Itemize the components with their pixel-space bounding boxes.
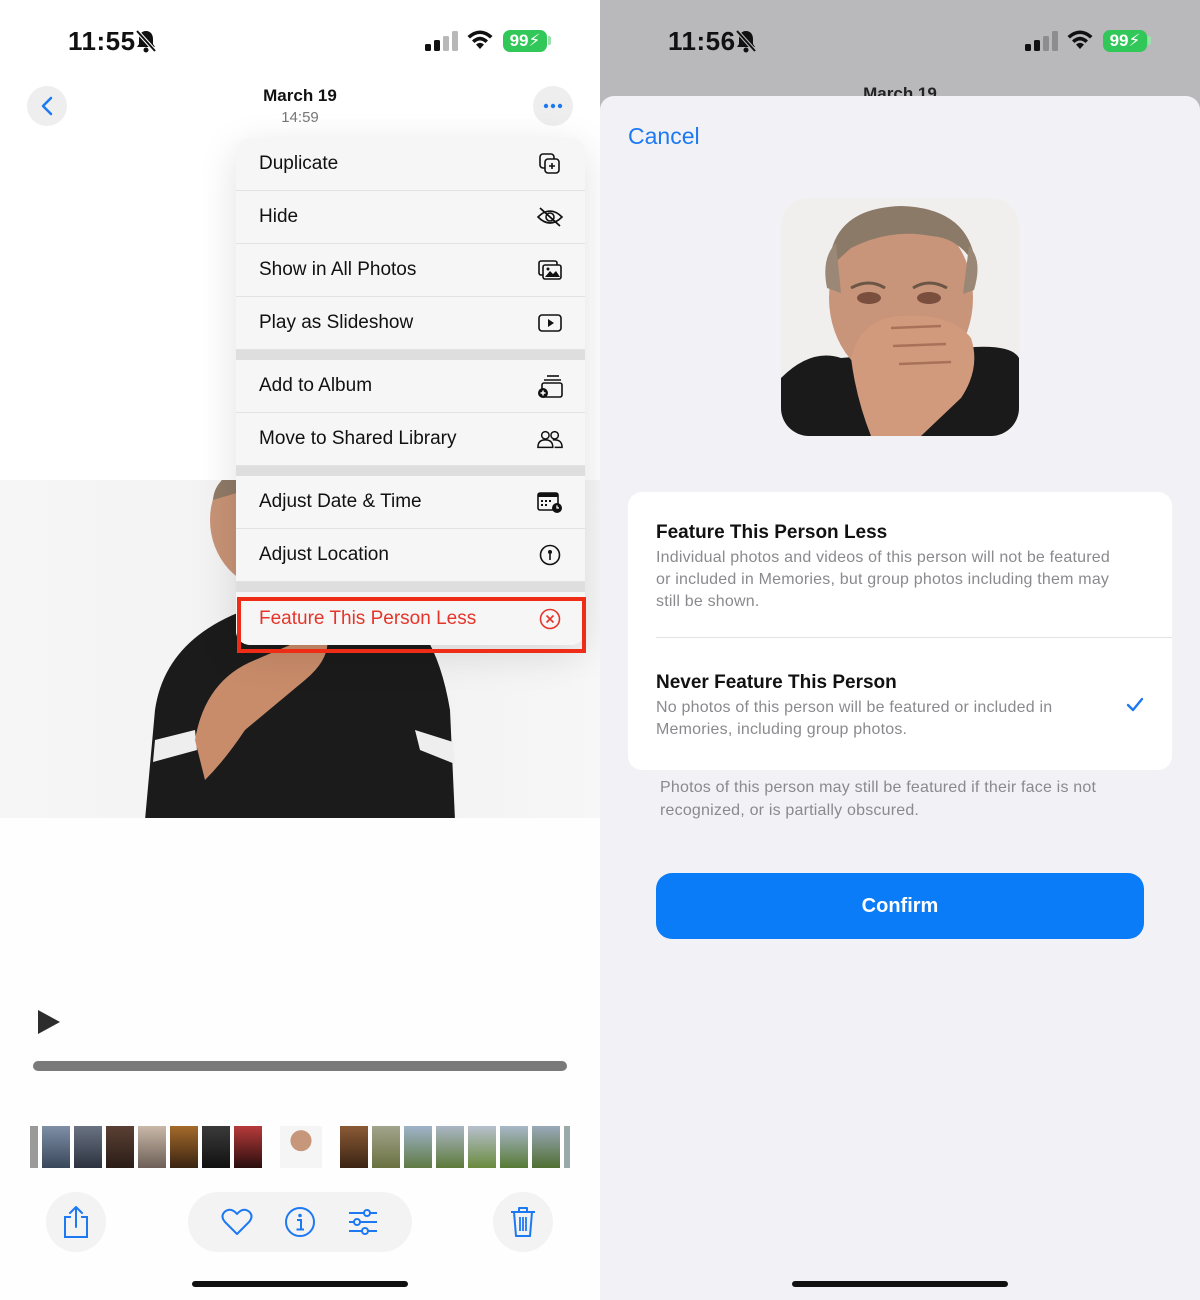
context-menu: Duplicate Hide Show in All Photos Play a… — [236, 138, 585, 645]
more-button[interactable] — [533, 86, 573, 126]
menu-item-add-to-album[interactable]: Add to Album — [236, 360, 585, 413]
home-indicator — [792, 1281, 1008, 1287]
battery-indicator: 99⚡ — [1103, 30, 1147, 52]
thumbnail[interactable] — [234, 1126, 262, 1168]
people-icon — [537, 426, 563, 452]
modal-sheet: Cancel Feature This Person Less Individu… — [600, 96, 1200, 1300]
menu-item-adjust-location[interactable]: Adjust Location — [236, 529, 585, 582]
cancel-button[interactable]: Cancel — [628, 123, 700, 150]
thumbnail[interactable] — [106, 1126, 134, 1168]
checkmark-icon — [1126, 697, 1144, 712]
eye-slash-icon — [537, 204, 563, 230]
thumbnail[interactable] — [404, 1126, 432, 1168]
adjust-sliders-icon[interactable] — [347, 1208, 379, 1236]
thumbnail[interactable] — [30, 1126, 38, 1168]
bell-slash-icon — [135, 29, 157, 53]
duplicate-icon — [537, 151, 563, 177]
delete-button[interactable] — [493, 1192, 553, 1252]
status-time: 11:55 — [68, 26, 136, 56]
feature-less-sheet-screen: 11:56 99⚡ March 19 Cancel Feature This P… — [600, 0, 1200, 1300]
thumbnail[interactable] — [564, 1126, 570, 1168]
thumbnail[interactable] — [138, 1126, 166, 1168]
photo-time: 14:59 — [281, 109, 319, 126]
menu-item-show-in-all-photos[interactable]: Show in All Photos — [236, 244, 585, 297]
menu-item-adjust-date-time[interactable]: Adjust Date & Time — [236, 476, 585, 529]
status-time: 11:56 — [668, 26, 736, 56]
thumbnail[interactable] — [372, 1126, 400, 1168]
thumbnail[interactable] — [202, 1126, 230, 1168]
action-pill — [188, 1192, 412, 1252]
photo-date: March 19 — [263, 86, 337, 105]
menu-item-duplicate[interactable]: Duplicate — [236, 138, 585, 191]
thumbnail-current[interactable] — [280, 1126, 322, 1168]
thumbnail[interactable] — [74, 1126, 102, 1168]
person-face-image — [781, 198, 1019, 436]
home-indicator — [192, 1281, 408, 1287]
info-icon[interactable] — [284, 1206, 316, 1238]
trash-icon — [511, 1207, 535, 1237]
play-icon[interactable] — [36, 1008, 62, 1036]
thumbnail[interactable] — [170, 1126, 198, 1168]
thumbnail[interactable] — [500, 1126, 528, 1168]
menu-item-move-shared-library[interactable]: Move to Shared Library — [236, 413, 585, 466]
share-button[interactable] — [46, 1192, 106, 1252]
location-icon — [537, 542, 563, 568]
back-button[interactable] — [27, 86, 67, 126]
footnote-text: Photos of this person may still be featu… — [660, 779, 1097, 819]
slideshow-icon — [537, 310, 563, 336]
thumbnail[interactable] — [42, 1126, 70, 1168]
add-album-icon — [537, 373, 563, 399]
bell-slash-icon — [735, 29, 757, 53]
thumbnail[interactable] — [340, 1126, 368, 1168]
status-bar: 11:56 99⚡ — [600, 0, 1200, 80]
confirm-button[interactable]: Confirm — [656, 873, 1144, 939]
wifi-icon — [467, 30, 493, 49]
thumbnail[interactable] — [436, 1126, 464, 1168]
thumbnail-strip[interactable] — [30, 1126, 574, 1168]
cellular-signal-icon — [1025, 31, 1058, 51]
cellular-signal-icon — [425, 31, 458, 51]
highlight-annotation — [237, 597, 586, 653]
thumbnail[interactable] — [468, 1126, 496, 1168]
wifi-icon — [1067, 30, 1093, 49]
photos-icon — [537, 257, 563, 283]
ellipsis-icon — [543, 103, 563, 109]
heart-icon[interactable] — [221, 1208, 253, 1236]
option-feature-less[interactable]: Feature This Person Less Individual phot… — [656, 522, 1126, 613]
menu-item-play-slideshow[interactable]: Play as Slideshow — [236, 297, 585, 350]
chevron-left-icon — [41, 96, 53, 116]
options-card: Feature This Person Less Individual phot… — [628, 492, 1172, 770]
share-icon — [64, 1206, 88, 1238]
thumbnail[interactable] — [532, 1126, 560, 1168]
photo-viewer-screen: 11:55 99⚡ March 19 14:59 Duplicate Hide … — [0, 0, 600, 1300]
status-bar: 11:55 99⚡ — [0, 0, 600, 80]
option-never-feature[interactable]: Never Feature This Person No photos of t… — [656, 672, 1126, 741]
video-scrubber[interactable] — [33, 1061, 567, 1071]
calendar-icon — [537, 489, 563, 515]
menu-item-hide[interactable]: Hide — [236, 191, 585, 244]
battery-indicator: 99⚡ — [503, 30, 547, 52]
